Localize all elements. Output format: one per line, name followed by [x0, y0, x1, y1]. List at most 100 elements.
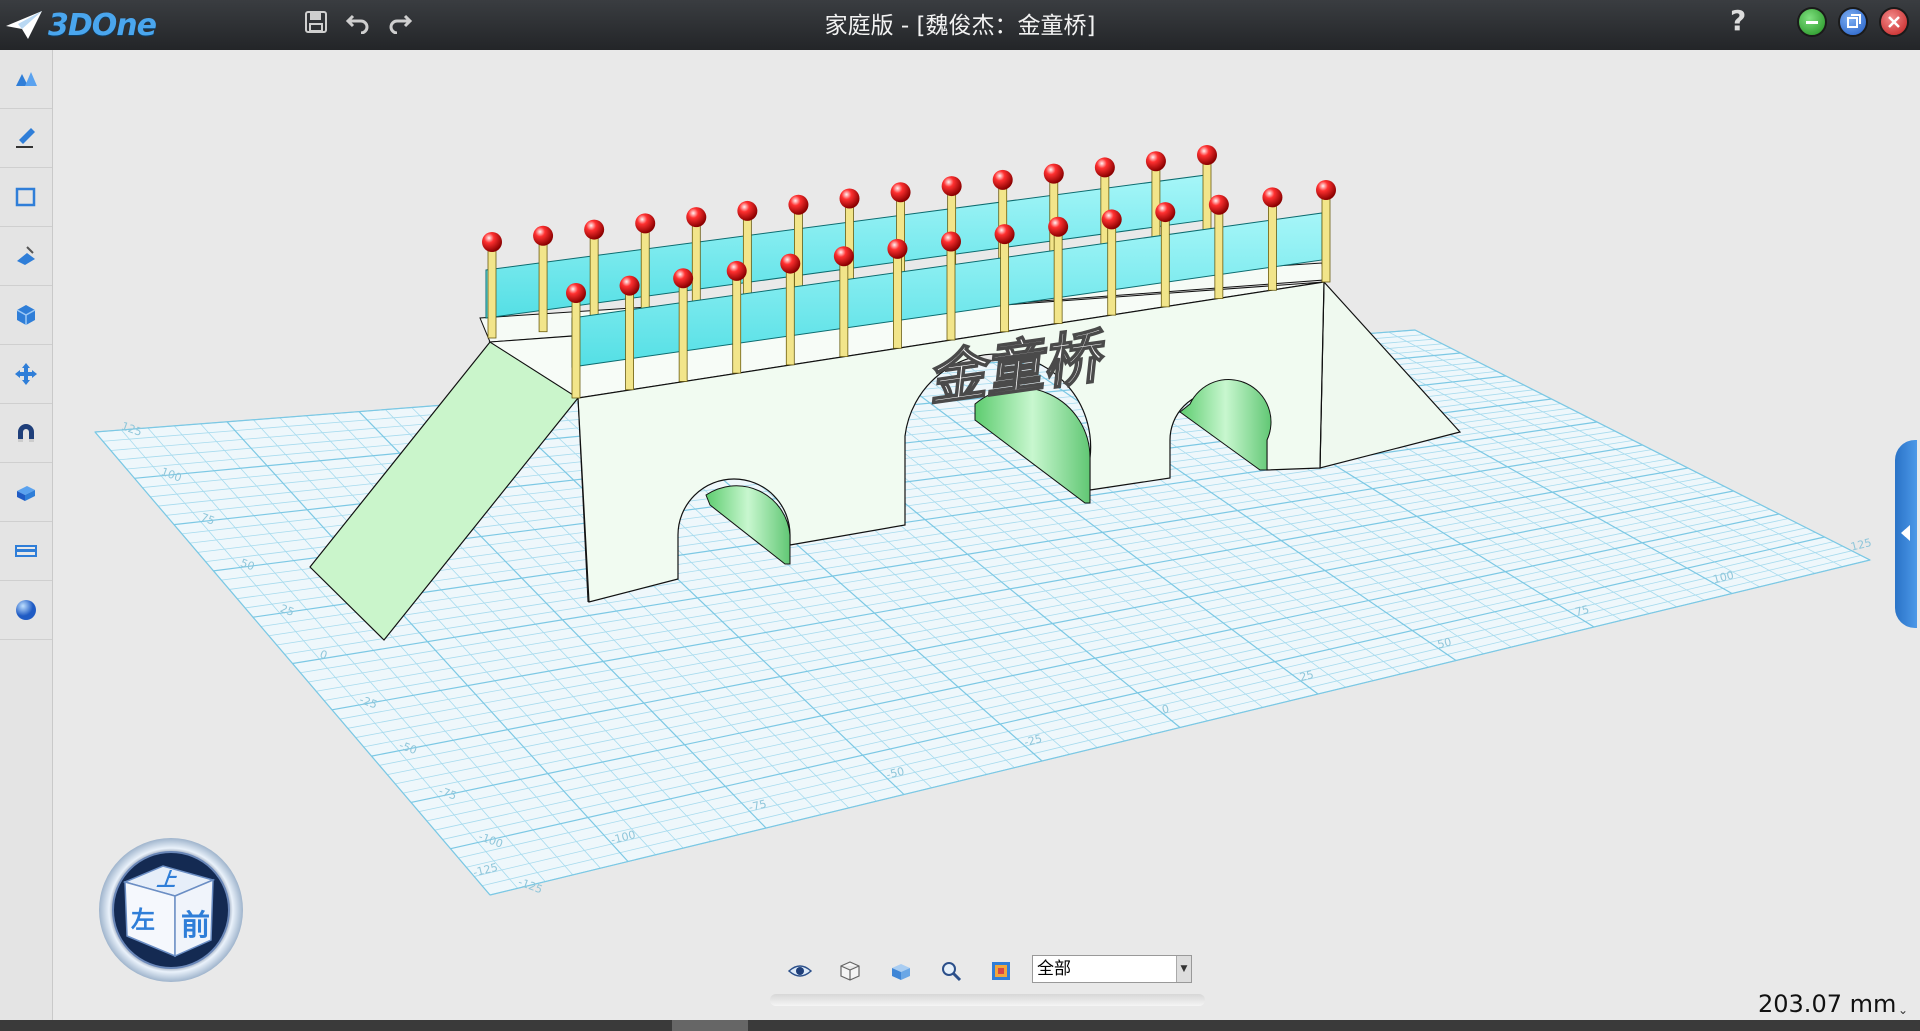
collapse-arrow-icon [1901, 525, 1910, 541]
grid-tick-label: 125 [1849, 536, 1873, 554]
railing-knob[interactable] [482, 232, 502, 252]
shaded-view-button[interactable] [888, 958, 914, 984]
combine-tool[interactable] [0, 404, 52, 463]
3d-viewport[interactable]: -125 -125 -100 -100 -75 -75 -50 -50 -25 -25 0 0 25 25… [53, 50, 1920, 1020]
railing-knob[interactable] [1316, 180, 1336, 200]
railing-post[interactable] [589, 232, 599, 326]
railing-knob[interactable] [1262, 187, 1283, 208]
railing-post[interactable] [640, 225, 650, 320]
railing-post[interactable] [893, 251, 902, 349]
railing-knob[interactable] [788, 194, 809, 215]
railing-post[interactable] [732, 273, 742, 374]
bottom-scroll-tab[interactable] [672, 1020, 748, 1031]
view-cube-left[interactable]: 左 [131, 900, 155, 935]
material-render-tool[interactable] [0, 581, 52, 640]
feature-edit-tool[interactable] [0, 227, 52, 286]
help-button[interactable]: ? [1730, 4, 1746, 37]
restore-button[interactable] [1838, 7, 1868, 37]
app-logo[interactable]: 3DOne [4, 6, 157, 44]
railing-knob[interactable] [619, 275, 640, 296]
close-button[interactable] [1879, 7, 1909, 37]
railing-post[interactable] [625, 288, 634, 391]
save-icon [305, 11, 327, 33]
distance-measure-icon [15, 545, 37, 557]
railing-post[interactable] [487, 244, 497, 339]
railing-knob[interactable] [941, 176, 962, 197]
railing-post[interactable] [691, 219, 701, 314]
side-panel-toggle[interactable] [1895, 440, 1917, 628]
railing-knob[interactable] [941, 231, 961, 252]
railing-knob[interactable] [566, 283, 586, 303]
scene-canvas[interactable]: -125-125-100-100-75-75-50-50 -25-25 002525… [53, 50, 1920, 1020]
view-cube[interactable]: 上 前 左 [97, 836, 245, 984]
feature-edit-icon [17, 246, 35, 265]
railing-knob[interactable] [1094, 157, 1115, 178]
railing-knob[interactable] [1208, 194, 1229, 215]
railing-knob[interactable] [1155, 202, 1176, 223]
undo-icon [345, 14, 369, 34]
railing-knob[interactable] [1101, 209, 1122, 230]
material-render-icon [16, 600, 36, 620]
view-cube-front[interactable]: 前 [181, 902, 210, 944]
basic-edit-tool[interactable] [0, 345, 52, 404]
railing-post[interactable] [1214, 207, 1224, 299]
railing-post[interactable] [1268, 199, 1277, 291]
railing-knob[interactable] [673, 268, 694, 289]
quick-access-toolbar [300, 6, 416, 38]
railing-knob[interactable] [533, 225, 554, 246]
basic-solid-tool[interactable] [0, 50, 52, 109]
railing-knob[interactable] [726, 260, 747, 281]
autosnap-tool[interactable] [0, 463, 52, 522]
railing-post[interactable] [839, 258, 849, 357]
railing-knob[interactable] [839, 188, 860, 209]
sketch-tool[interactable] [0, 109, 52, 168]
railing-post[interactable] [678, 280, 688, 382]
railing-post[interactable] [785, 266, 795, 366]
redo-button[interactable] [384, 6, 416, 38]
railing-post[interactable] [1053, 229, 1063, 324]
minimize-icon [1806, 21, 1818, 24]
distance-measure-tool[interactable] [0, 522, 52, 581]
render-mode-button[interactable] [988, 958, 1014, 984]
railing-knob[interactable] [635, 213, 656, 234]
brand-name: 3DOne [48, 7, 157, 43]
railing-knob[interactable] [1043, 163, 1064, 184]
railing-post[interactable] [538, 238, 548, 333]
railing-knob[interactable] [1145, 151, 1166, 172]
combine-icon [18, 424, 34, 442]
railing-post[interactable] [1321, 192, 1331, 283]
measurement-chevron-icon[interactable]: ⌄ [1898, 1003, 1908, 1017]
undo-button[interactable] [342, 6, 374, 38]
sketch-icon [16, 128, 35, 148]
railing-knob[interactable] [833, 246, 854, 267]
railing-post[interactable] [1160, 214, 1170, 308]
zoom-button[interactable] [938, 958, 964, 984]
save-button[interactable] [300, 6, 332, 38]
railing-knob[interactable] [994, 224, 1015, 245]
railing-knob[interactable] [1197, 145, 1217, 165]
railing-knob[interactable] [992, 169, 1013, 190]
close-icon [1888, 16, 1900, 28]
railing-post[interactable] [571, 295, 581, 399]
railing-knob[interactable] [780, 253, 801, 274]
eye-icon [788, 965, 812, 977]
railing-knob[interactable] [686, 207, 707, 228]
sketch-edit-tool[interactable] [0, 168, 52, 227]
railing-post[interactable] [1000, 236, 1009, 333]
railing-post[interactable] [946, 244, 956, 341]
railing-knob[interactable] [890, 182, 911, 203]
railing-knob[interactable] [737, 200, 758, 221]
railing-knob[interactable] [584, 219, 605, 240]
railing-knob[interactable] [887, 238, 908, 259]
railing-knob[interactable] [1048, 216, 1069, 237]
redo-icon [389, 14, 413, 34]
render-mode-icon [992, 962, 1010, 980]
special-function-tool[interactable] [0, 286, 52, 345]
filter-select-value: 全部 [1037, 959, 1071, 979]
minimize-button[interactable] [1797, 7, 1827, 37]
dropdown-arrow-icon[interactable]: ▼ [1176, 956, 1191, 982]
visibility-button[interactable] [787, 958, 813, 984]
railing-post[interactable] [1107, 222, 1117, 316]
wireframe-view-button[interactable] [837, 958, 863, 984]
filter-select[interactable]: 全部 ▼ [1032, 955, 1192, 983]
